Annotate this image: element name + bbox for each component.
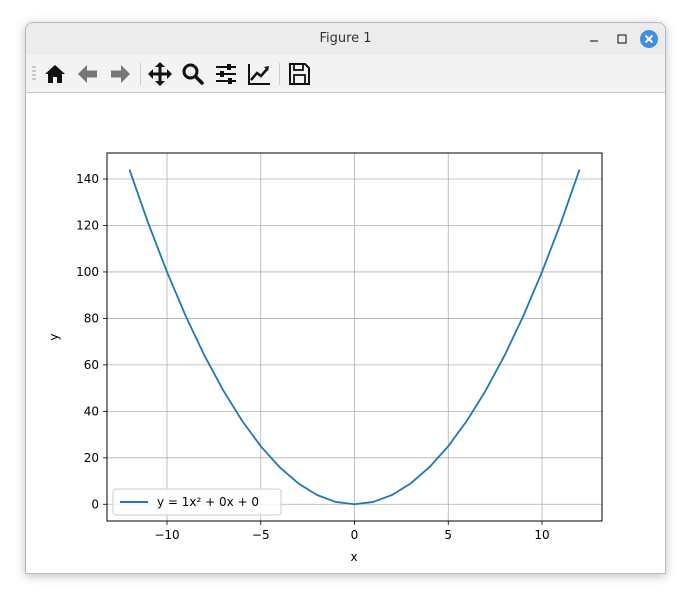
x-tick-label: 5 [444,528,452,542]
chart[interactable]: −10 −5 0 5 10020406080100120140 x y y = 1x² … [26,93,665,573]
toolbar-grip-icon [32,66,36,80]
y-tick-label: 100 [76,265,99,279]
legend-label: y = 1x² + 0x + 0 [157,495,259,509]
y-tick-label: 120 [76,218,99,232]
figure-canvas[interactable]: −10 −5 0 5 10 0 20 40 60 80 100 120 140 x y y = 1x² … [26,93,665,573]
x-axis-label: x [350,550,357,564]
toolbar-separator [140,63,141,85]
save-icon[interactable] [286,61,312,87]
y-tick-label: 0 [91,497,99,511]
x-tick-label: −5 [252,528,270,542]
ticks: −10 −5 0 5 10020406080100120140 [76,172,550,542]
line-chart-icon[interactable] [246,61,272,87]
y-tick-label: 80 [84,311,99,325]
move-icon[interactable] [147,61,173,87]
x-tick-label: 0 [351,528,359,542]
close-icon[interactable] [638,28,660,50]
x-tick-label: 10 [534,528,549,542]
y-tick-label: 60 [84,358,99,372]
minimize-icon[interactable] [583,28,605,50]
y-tick-label: 40 [84,404,99,418]
toolbar-separator [279,63,280,85]
title-bar[interactable]: Figure 1 [26,23,665,55]
maximize-icon[interactable] [611,28,633,50]
zoom-icon[interactable] [180,61,206,87]
home-icon[interactable] [42,61,68,87]
sliders-icon[interactable] [213,61,239,87]
forward-arrow-icon[interactable] [107,61,133,87]
figure-window: Figure 1 −10 −5 0 5 10 0 20 40 60 80 100… [25,22,666,574]
y-tick-label: 20 [84,451,99,465]
y-tick-label: 140 [76,172,99,186]
navigation-toolbar [26,55,665,93]
y-axis-label: y [47,333,61,340]
back-arrow-icon[interactable] [75,61,101,87]
legend: y = 1x² + 0x + 0 [112,488,282,516]
x-tick-label: −10 [154,528,179,542]
grid [107,153,602,521]
window-title: Figure 1 [319,31,372,46]
